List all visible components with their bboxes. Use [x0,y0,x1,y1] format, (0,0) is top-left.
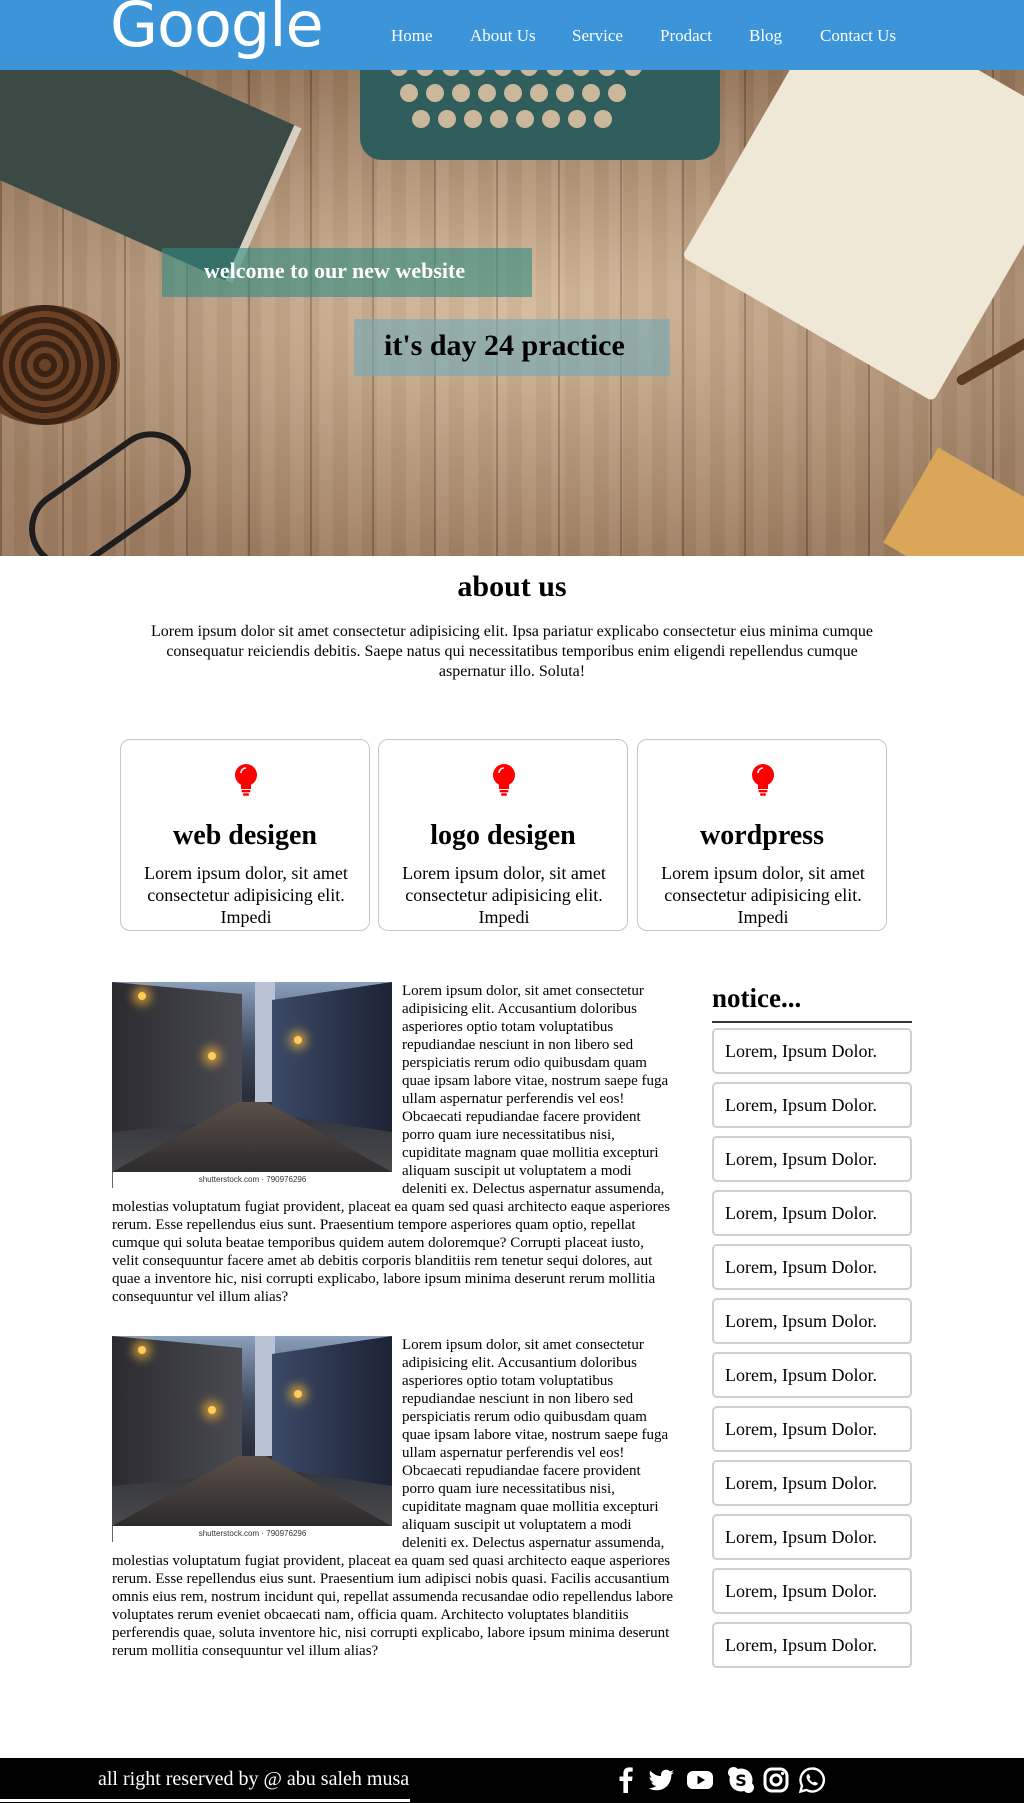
card-title: wordpress [700,820,824,851]
nav-home[interactable]: Home [391,26,433,46]
service-card-wordpress[interactable]: wordpress Lorem ipsum dolor, sit amet co… [637,739,887,931]
article-image: shutterstock.com · 790976296 [112,1336,392,1542]
notice-item[interactable]: Lorem, Ipsum Dolor. [712,1622,912,1668]
copyright-text: all right reserved by @ abu saleh musa [98,1768,410,1790]
practice-text: it's day 24 practice [384,329,625,362]
card-title: logo desigen [430,820,576,851]
nav-blog[interactable]: Blog [749,26,782,46]
youtube-icon[interactable] [686,1766,714,1794]
instagram-icon[interactable] [762,1766,790,1794]
image-credit: shutterstock.com · 790976296 [112,1526,392,1542]
service-card-web-design[interactable]: web desigen Lorem ipsum dolor, sit amet … [120,739,370,931]
welcome-banner: welcome to our new website [162,248,532,297]
notice-divider [712,1021,912,1023]
article-1: shutterstock.com · 790976296 Lorem ipsum… [112,982,674,1306]
nav-contact-us[interactable]: Contact Us [820,26,896,46]
nav-about-us[interactable]: About Us [470,26,536,46]
welcome-text: welcome to our new website [204,258,466,283]
lightbulb-icon [235,764,257,796]
article-2: shutterstock.com · 790976296 Lorem ipsum… [112,1336,674,1660]
card-text: Lorem ipsum dolor, sit amet consectetur … [661,863,865,927]
notice-title: notice... [712,983,802,1013]
nav-service[interactable]: Service [572,26,623,46]
card-text: Lorem ipsum dolor, sit amet consectetur … [402,863,606,927]
notice-item[interactable]: Lorem, Ipsum Dolor. [712,1028,912,1074]
site-logo[interactable]: Google [110,0,324,56]
skype-icon[interactable]: S [727,1766,755,1794]
nav-prodact[interactable]: Prodact [660,26,712,46]
city-street-photo [112,1336,392,1526]
whatsapp-icon[interactable] [798,1766,826,1794]
site-header: Google Home About Us Service Prodact Blo… [0,0,1024,70]
practice-banner: it's day 24 practice [354,319,670,376]
card-text: Lorem ipsum dolor, sit amet consectetur … [144,863,348,927]
city-street-photo [112,982,392,1172]
notice-item[interactable]: Lorem, Ipsum Dolor. [712,1460,912,1506]
article-image: shutterstock.com · 790976296 [112,982,392,1188]
notice-item[interactable]: Lorem, Ipsum Dolor. [712,1406,912,1452]
card-title: web desigen [173,820,317,851]
notice-item[interactable]: Lorem, Ipsum Dolor. [712,1298,912,1344]
lightbulb-icon [493,764,515,796]
lightbulb-icon [752,764,774,796]
site-footer: all right reserved by @ abu saleh musa S [0,1758,1024,1803]
hero-banner: welcome to our new website it's day 24 p… [0,70,1024,556]
hero-typewriter-illustration [360,70,720,160]
notice-item[interactable]: Lorem, Ipsum Dolor. [712,1244,912,1290]
about-text: Lorem ipsum dolor sit amet consectetur a… [150,623,873,680]
svg-text:S: S [735,1771,747,1790]
about-title: about us [457,570,567,603]
twitter-icon[interactable] [647,1766,675,1794]
notice-item[interactable]: Lorem, Ipsum Dolor. [712,1568,912,1614]
notice-item[interactable]: Lorem, Ipsum Dolor. [712,1352,912,1398]
notice-item[interactable]: Lorem, Ipsum Dolor. [712,1082,912,1128]
copyright-underline [0,1799,410,1802]
facebook-icon[interactable] [612,1766,640,1794]
image-credit: shutterstock.com · 790976296 [112,1172,392,1188]
notice-item[interactable]: Lorem, Ipsum Dolor. [712,1190,912,1236]
notice-item[interactable]: Lorem, Ipsum Dolor. [712,1136,912,1182]
notice-item[interactable]: Lorem, Ipsum Dolor. [712,1514,912,1560]
service-card-logo-design[interactable]: logo desigen Lorem ipsum dolor, sit amet… [378,739,628,931]
